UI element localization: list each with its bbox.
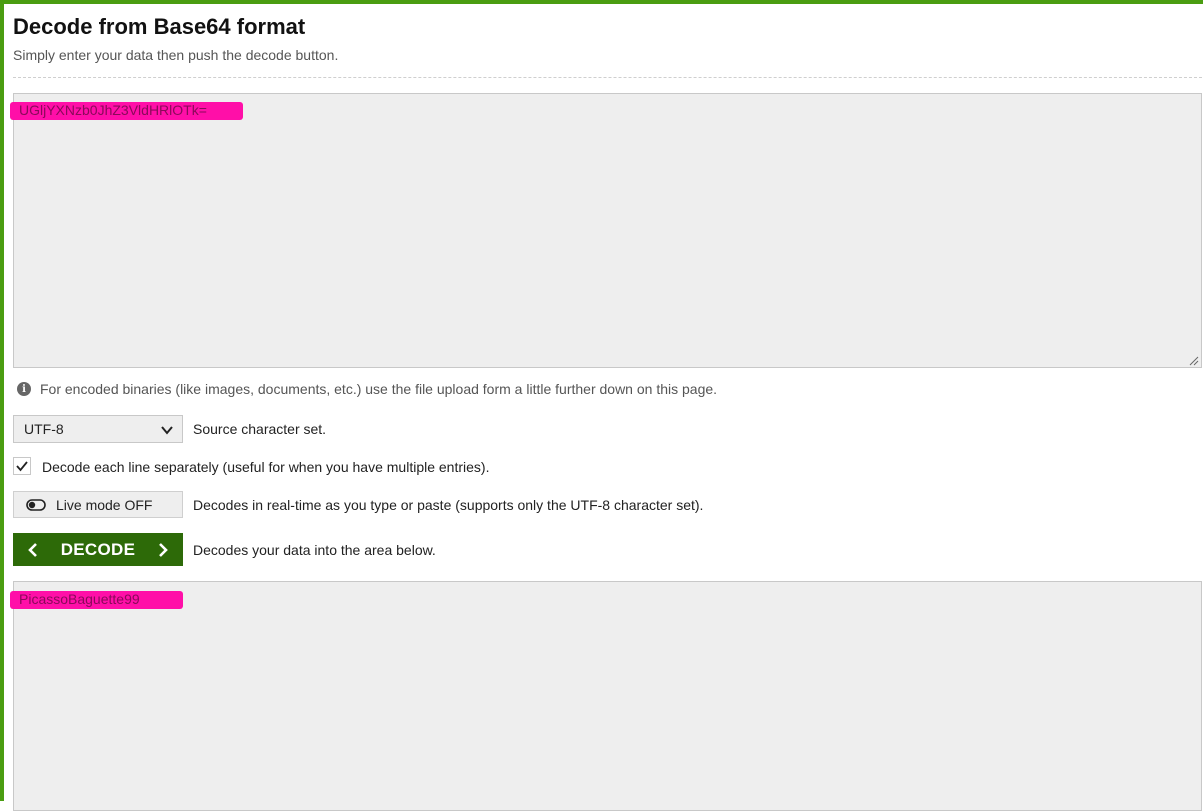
info-icon: i [17, 382, 31, 396]
input-value-text: UGljYXNzb0JhZ3VldHRlOTk= [19, 102, 207, 118]
info-text: For encoded binaries (like images, docum… [40, 381, 718, 397]
page-title: Decode from Base64 format [13, 14, 306, 39]
chevron-right-icon [159, 542, 168, 557]
decoded-output[interactable] [13, 581, 1202, 811]
header-divider [13, 77, 1202, 78]
resize-grip-icon[interactable] [1187, 354, 1199, 366]
output-value-text: PicassoBaguette99 [19, 591, 140, 607]
charset-select[interactable]: UTF-8 [13, 415, 183, 443]
decode-description: Decodes your data into the area below. [193, 542, 436, 558]
charset-label: Source character set. [193, 421, 327, 437]
checkmark-icon [16, 461, 28, 472]
decode-form: Decode from Base64 format Simply enter y… [10, 4, 1202, 811]
base64-input[interactable] [13, 93, 1202, 368]
decode-each-line-checkbox[interactable] [13, 457, 31, 475]
decode-button-label: DECODE [60, 539, 136, 559]
left-accent-border [0, 0, 4, 801]
chevron-down-icon [161, 426, 173, 435]
info-note: i For encoded binaries (like images, doc… [17, 380, 717, 398]
charset-selected-value: UTF-8 [24, 421, 64, 437]
decode-each-line-label: Decode each line separately (useful for … [42, 459, 490, 475]
live-mode-toggle-button[interactable]: Live mode OFF [13, 491, 183, 518]
page-subtitle: Simply enter your data then push the dec… [13, 47, 339, 63]
decode-button[interactable]: DECODE [13, 533, 183, 566]
live-mode-description: Decodes in real-time as you type or past… [193, 497, 704, 513]
toggle-off-icon [26, 498, 46, 511]
live-mode-label: Live mode OFF [56, 496, 153, 513]
chevron-left-icon [28, 542, 37, 557]
